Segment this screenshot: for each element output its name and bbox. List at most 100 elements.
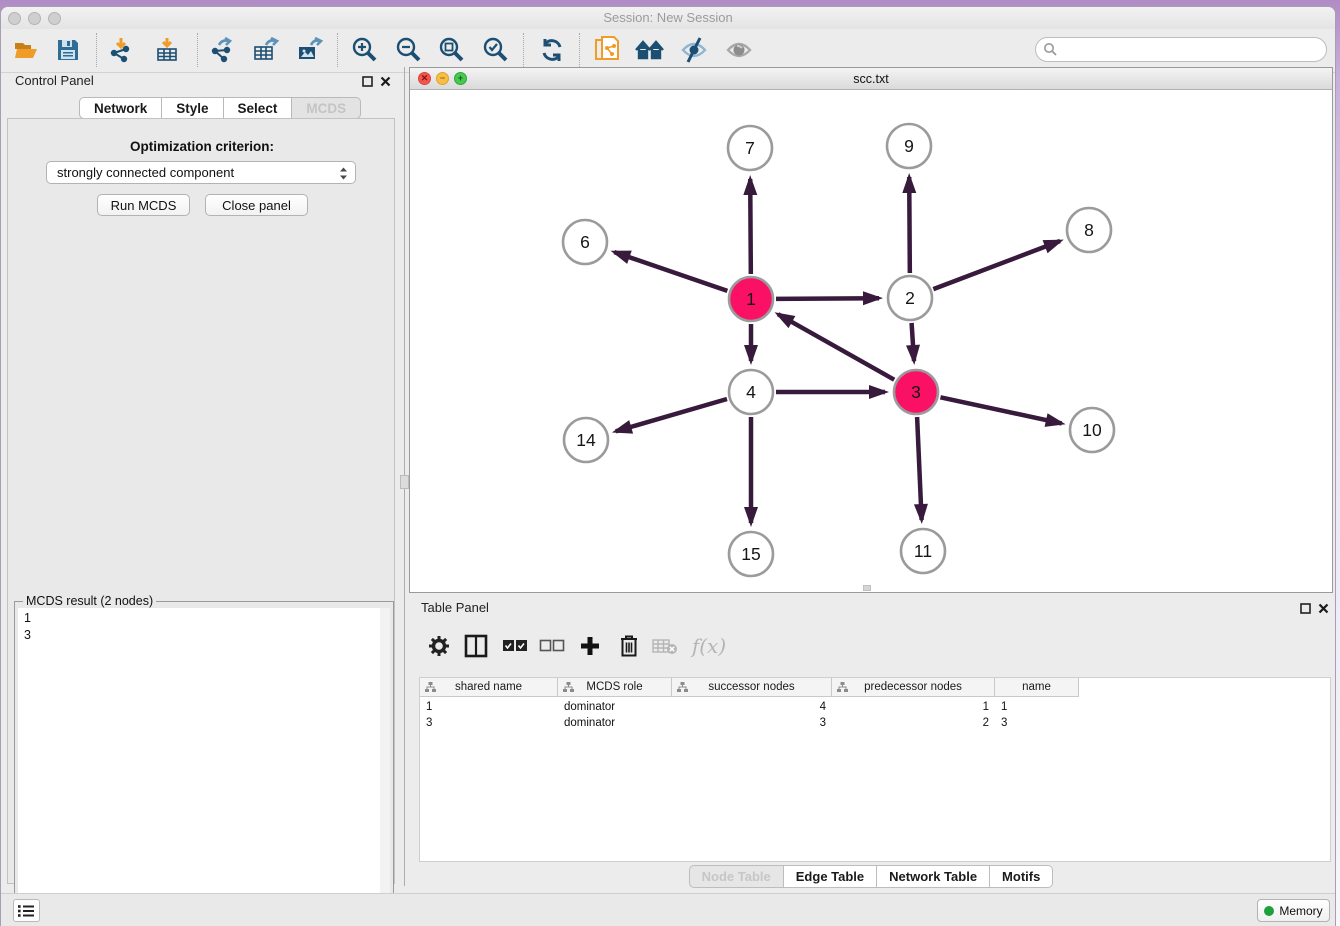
network-canvas[interactable]: 1 2 3 4 6 7 8 9 10 11 14 15 [410, 90, 1332, 592]
node-14[interactable]: 14 [564, 418, 608, 462]
hide-eye-icon[interactable] [679, 35, 709, 65]
import-network-icon[interactable] [106, 35, 136, 65]
node-table: shared nameMCDS rolesuccessor nodesprede… [419, 677, 1331, 862]
cell-shared-name[interactable]: 3 [420, 715, 558, 731]
column-header-name[interactable]: name [995, 678, 1079, 697]
svg-text:9: 9 [904, 136, 914, 156]
node-6[interactable]: 6 [563, 220, 607, 264]
export-network-icon[interactable] [207, 35, 237, 65]
tab-motifs[interactable]: Motifs [990, 865, 1053, 888]
zoom-selected-icon[interactable] [480, 35, 510, 65]
export-image-icon[interactable] [295, 35, 325, 65]
add-column-icon[interactable] [576, 632, 604, 660]
toolbar-separator [96, 33, 97, 67]
node-1[interactable]: 1 [729, 277, 773, 321]
mcds-result-text[interactable]: 1 3 [18, 608, 380, 926]
memory-button[interactable]: Memory [1257, 899, 1330, 922]
edge-2-9[interactable] [909, 177, 910, 273]
tab-network-table[interactable]: Network Table [877, 865, 990, 888]
edge-2-3[interactable] [912, 323, 914, 361]
cell-name[interactable]: 1 [995, 699, 1079, 715]
panel-splitter-handle[interactable] [400, 475, 409, 489]
network-window-titlebar[interactable]: ✕ − + scc.txt [410, 68, 1332, 90]
settings-gear-icon[interactable] [425, 632, 453, 660]
open-session-icon[interactable] [11, 35, 41, 65]
task-history-button[interactable] [13, 899, 40, 922]
edge-1-2[interactable] [776, 298, 879, 299]
svg-text:4: 4 [746, 382, 756, 402]
node-7[interactable]: 7 [728, 126, 772, 170]
cell-name[interactable]: 3 [995, 715, 1079, 731]
column-header-successor-nodes[interactable]: successor nodes [672, 678, 832, 697]
cell-MCDS-role[interactable]: dominator [558, 699, 672, 715]
node-8[interactable]: 8 [1067, 208, 1111, 252]
function-builder-icon[interactable]: f(x) [689, 632, 729, 660]
tab-mcds[interactable]: MCDS [292, 97, 361, 119]
mcds-result-scrollbar[interactable] [380, 608, 390, 926]
save-session-icon[interactable] [53, 35, 83, 65]
zoom-out-icon[interactable] [393, 35, 423, 65]
search-input[interactable] [1035, 37, 1327, 62]
copy-network-icon[interactable] [593, 35, 623, 65]
node-15[interactable]: 15 [729, 532, 773, 576]
column-header-predecessor-nodes[interactable]: predecessor nodes [832, 678, 995, 697]
mcds-result-title: MCDS result (2 nodes) [23, 594, 156, 608]
cell-predecessor-nodes[interactable]: 1 [832, 699, 995, 715]
tab-select[interactable]: Select [224, 97, 293, 119]
network-resize-grip[interactable] [863, 585, 871, 591]
zoom-in-icon[interactable] [349, 35, 379, 65]
import-table-icon[interactable] [152, 35, 182, 65]
table-toolbar: f(x) [421, 627, 1331, 665]
toolbar-separator [337, 33, 338, 67]
table-row[interactable]: 1dominator411 [420, 699, 1079, 715]
close-table-panel-icon[interactable] [1316, 601, 1330, 615]
run-mcds-button[interactable]: Run MCDS [97, 194, 190, 216]
app-window: Session: New Session [0, 6, 1336, 926]
edge-3-1[interactable] [778, 314, 894, 380]
svg-text:10: 10 [1082, 420, 1102, 440]
table-header-row: shared nameMCDS rolesuccessor nodesprede… [420, 678, 1079, 697]
node-3[interactable]: 3 [894, 370, 938, 414]
node-4[interactable]: 4 [729, 370, 773, 414]
edge-1-6[interactable] [614, 252, 727, 291]
cell-successor-nodes[interactable]: 4 [672, 699, 832, 715]
table-panel-title: Table Panel [421, 600, 489, 615]
edge-4-14[interactable] [616, 399, 727, 431]
column-header-shared-name[interactable]: shared name [420, 678, 558, 697]
table-row[interactable]: 3dominator323 [420, 715, 1079, 731]
deselect-all-checkbox-icon[interactable] [538, 632, 566, 660]
tab-style[interactable]: Style [162, 97, 223, 119]
tab-network[interactable]: Network [79, 97, 162, 119]
float-panel-icon[interactable] [360, 74, 374, 88]
select-all-checkbox-icon[interactable] [501, 632, 529, 660]
cell-successor-nodes[interactable]: 3 [672, 715, 832, 731]
delete-column-icon[interactable] [615, 632, 643, 660]
export-table-icon[interactable] [251, 35, 281, 65]
edge-3-10[interactable] [940, 397, 1061, 423]
criterion-dropdown[interactable]: strongly connected component [46, 161, 356, 184]
cell-predecessor-nodes[interactable]: 2 [832, 715, 995, 731]
edge-1-7[interactable] [750, 179, 751, 274]
delete-table-icon[interactable] [651, 632, 679, 660]
show-eye-icon[interactable] [724, 35, 754, 65]
table-panel-tabs: Node TableEdge TableNetwork TableMotifs [409, 865, 1333, 888]
tab-node-table[interactable]: Node Table [689, 865, 784, 888]
node-11[interactable]: 11 [901, 529, 945, 573]
float-table-panel-icon[interactable] [1298, 601, 1312, 615]
column-header-MCDS-role[interactable]: MCDS role [558, 678, 672, 697]
column-layout-icon[interactable] [462, 632, 490, 660]
zoom-fit-icon[interactable] [436, 35, 466, 65]
close-panel-button[interactable]: Close panel [205, 194, 308, 216]
node-2[interactable]: 2 [888, 276, 932, 320]
tab-edge-table[interactable]: Edge Table [784, 865, 877, 888]
edge-2-8[interactable] [933, 241, 1060, 289]
close-panel-icon[interactable] [378, 74, 392, 88]
home-icon[interactable] [635, 35, 665, 65]
edge-3-11[interactable] [917, 417, 922, 520]
node-10[interactable]: 10 [1070, 408, 1114, 452]
cell-shared-name[interactable]: 1 [420, 699, 558, 715]
svg-text:8: 8 [1084, 220, 1094, 240]
cell-MCDS-role[interactable]: dominator [558, 715, 672, 731]
refresh-layout-icon[interactable] [537, 35, 567, 65]
node-9[interactable]: 9 [887, 124, 931, 168]
